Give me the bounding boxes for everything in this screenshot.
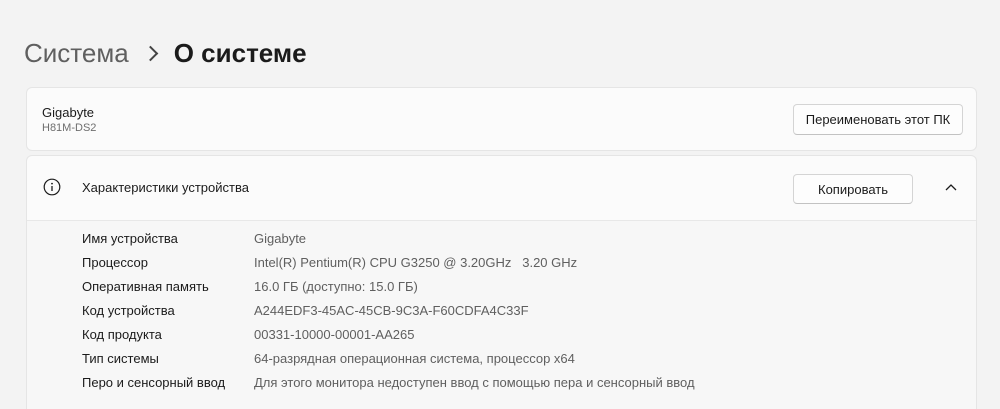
spec-label: Код продукта — [82, 327, 162, 342]
spec-row-processor: Процессор Intel(R) Pentium(R) CPU G3250 … — [27, 251, 976, 275]
pc-name-card: Gigabyte H81M-DS2 Переименовать этот ПК — [26, 87, 977, 151]
device-specs-list: Имя устройства Gigabyte Процессор Intel(… — [27, 221, 976, 409]
spec-value: Gigabyte — [254, 231, 307, 246]
device-specs-header[interactable]: Характеристики устройства Копировать — [27, 156, 976, 221]
spec-row-device-name: Имя устройства Gigabyte — [27, 227, 976, 251]
device-specs-title: Характеристики устройства — [82, 180, 249, 195]
spec-label: Процессор — [82, 255, 148, 270]
spec-value: Для этого монитора недоступен ввод с пом… — [254, 375, 695, 390]
copy-button[interactable]: Копировать — [793, 174, 913, 204]
spec-label: Код устройства — [82, 303, 175, 318]
spec-row-system-type: Тип системы 64-разрядная операционная си… — [27, 347, 976, 371]
spec-value: 16.0 ГБ (доступно: 15.0 ГБ) — [254, 279, 418, 294]
info-icon — [43, 178, 61, 196]
chevron-up-icon[interactable] — [944, 182, 958, 192]
spec-label: Имя устройства — [82, 231, 178, 246]
rename-pc-button[interactable]: Переименовать этот ПК — [793, 104, 963, 135]
spec-value: A244EDF3-45AC-45CB-9C3A-F60CDFA4C33F — [254, 303, 529, 318]
pc-name: Gigabyte — [42, 105, 95, 120]
breadcrumb-parent[interactable]: Система — [24, 38, 129, 69]
spec-row-pen-touch: Перо и сенсорный ввод Для этого монитора… — [27, 371, 976, 395]
spec-label: Перо и сенсорный ввод — [82, 375, 226, 390]
page-title: О системе — [173, 37, 307, 68]
spec-label: Тип системы — [82, 351, 159, 366]
spec-row-device-id: Код устройства A244EDF3-45AC-45CB-9C3A-F… — [27, 299, 976, 323]
spec-row-product-id: Код продукта 00331-10000-00001-AA265 — [27, 323, 976, 347]
spec-row-ram: Оперативная память 16.0 ГБ (доступно: 15… — [27, 275, 976, 299]
spec-label: Оперативная память — [82, 279, 209, 294]
settings-page: Система О системе Gigabyte H81M-DS2 Пере… — [0, 0, 1000, 409]
spec-value: 64-разрядная операционная система, проце… — [254, 351, 575, 366]
device-specs-card: Характеристики устройства Копировать Имя… — [26, 155, 977, 409]
chevron-right-icon — [142, 45, 158, 61]
spec-value: Intel(R) Pentium(R) CPU G3250 @ 3.20GHz … — [254, 255, 578, 270]
spec-value: 00331-10000-00001-AA265 — [254, 327, 415, 342]
pc-model: H81M-DS2 — [42, 122, 97, 134]
breadcrumb: Система О системе — [24, 34, 307, 72]
